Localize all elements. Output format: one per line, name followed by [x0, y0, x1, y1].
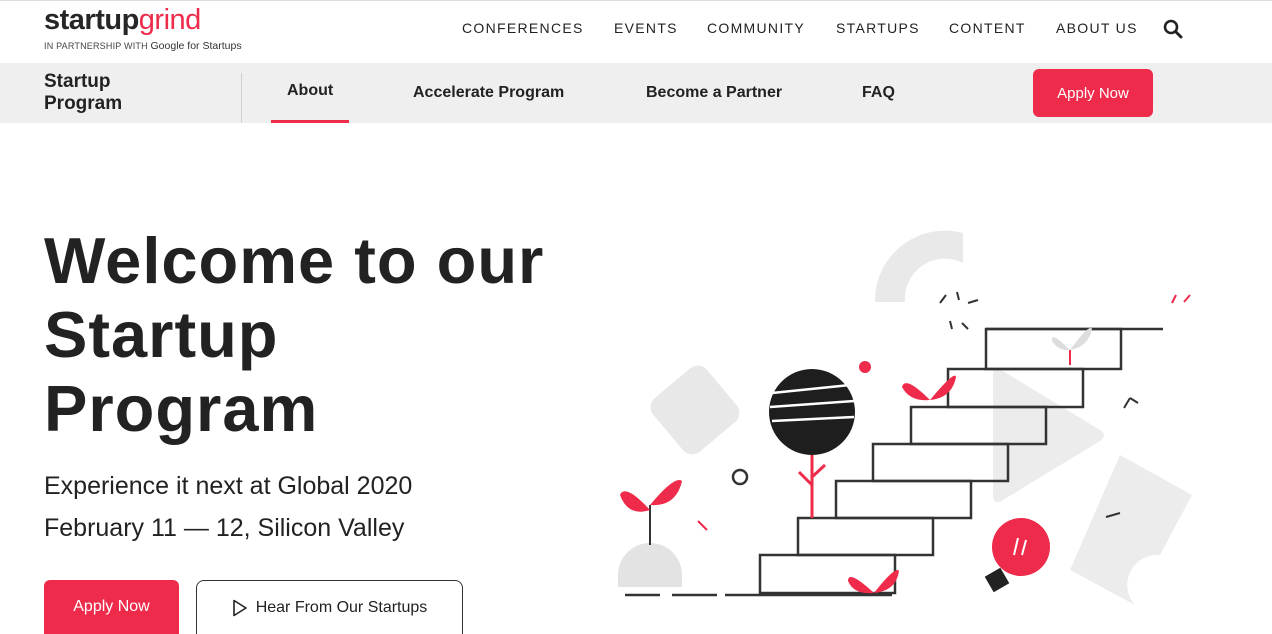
triangle-shape: [993, 368, 1104, 503]
arc-shape: [874, 230, 963, 302]
plant-pot: [618, 543, 682, 587]
stair-sprout-2: [848, 569, 899, 594]
search-icon[interactable]: [1163, 19, 1183, 39]
plant-leaf-left: [620, 491, 650, 512]
hear-button-label: Hear From Our Startups: [255, 598, 428, 616]
nav-events[interactable]: EVENTS: [614, 20, 678, 36]
subnav-accelerate-tab[interactable]: Accelerate Program: [413, 84, 564, 102]
logo-wordmark: startupgrind: [44, 3, 242, 37]
hear-from-startups-button[interactable]: Hear From Our Startups: [196, 580, 463, 634]
partner-name: Google for Startups: [150, 40, 242, 52]
subnav-title-line1: Startup: [44, 71, 111, 92]
active-tab-underline: [271, 120, 349, 123]
hero-apply-button[interactable]: Apply Now: [44, 580, 179, 634]
small-ring: [731, 468, 749, 486]
nav-startups[interactable]: STARTUPS: [836, 20, 920, 36]
logo-partnership: IN PARTNERSHIP WITH Google for Startups: [44, 40, 242, 52]
top-header: startupgrind IN PARTNERSHIP WITH Google …: [0, 0, 1272, 63]
striped-ball: [769, 369, 855, 455]
red-dot: [859, 361, 871, 373]
subnav-apply-button[interactable]: Apply Now: [1033, 69, 1153, 117]
rounded-square-shape: [650, 365, 740, 455]
hero-title: Welcome to our Startup Program: [44, 224, 624, 446]
logo-brand-part2: grind: [138, 4, 202, 36]
hero-title-line2: Startup: [44, 298, 279, 371]
startup-program-subnav: Startup Program About Accelerate Program…: [0, 63, 1272, 123]
nav-community[interactable]: COMMUNITY: [707, 20, 805, 36]
play-icon: [232, 599, 247, 616]
nav-conferences[interactable]: CONFERENCES: [462, 20, 584, 36]
hero-title-line3: Program: [44, 372, 319, 445]
light-bulb: [992, 518, 1050, 576]
hero-title-line1: Welcome to our: [44, 224, 545, 297]
subnav-title-line2: Program: [44, 93, 123, 114]
subnav-faq-tab[interactable]: FAQ: [862, 84, 895, 102]
plant-leaf-right: [650, 480, 682, 506]
subnav-partner-tab[interactable]: Become a Partner: [646, 84, 782, 102]
stair-sprout-3: [1051, 327, 1092, 351]
hero-subtitle-date: February 11 — 12, Silicon Valley: [44, 514, 405, 542]
nav-about-us[interactable]: ABOUT US: [1056, 20, 1138, 36]
partnership-text: IN PARTNERSHIP WITH: [44, 41, 148, 51]
startup-grind-logo[interactable]: startupgrind IN PARTNERSHIP WITH Google …: [44, 3, 242, 52]
subnav-title[interactable]: Startup Program: [44, 71, 122, 115]
subnav-about-tab[interactable]: About: [287, 82, 333, 100]
subnav-divider: [241, 73, 242, 123]
staircase-growth-illustration: [618, 230, 1192, 605]
ball-plant: [797, 455, 827, 518]
notch-shape: [1070, 455, 1192, 605]
logo-brand-part1: startup: [44, 4, 139, 36]
hero-subtitle-event: Experience it next at Global 2020: [44, 472, 413, 500]
nav-content[interactable]: CONTENT: [949, 20, 1026, 36]
